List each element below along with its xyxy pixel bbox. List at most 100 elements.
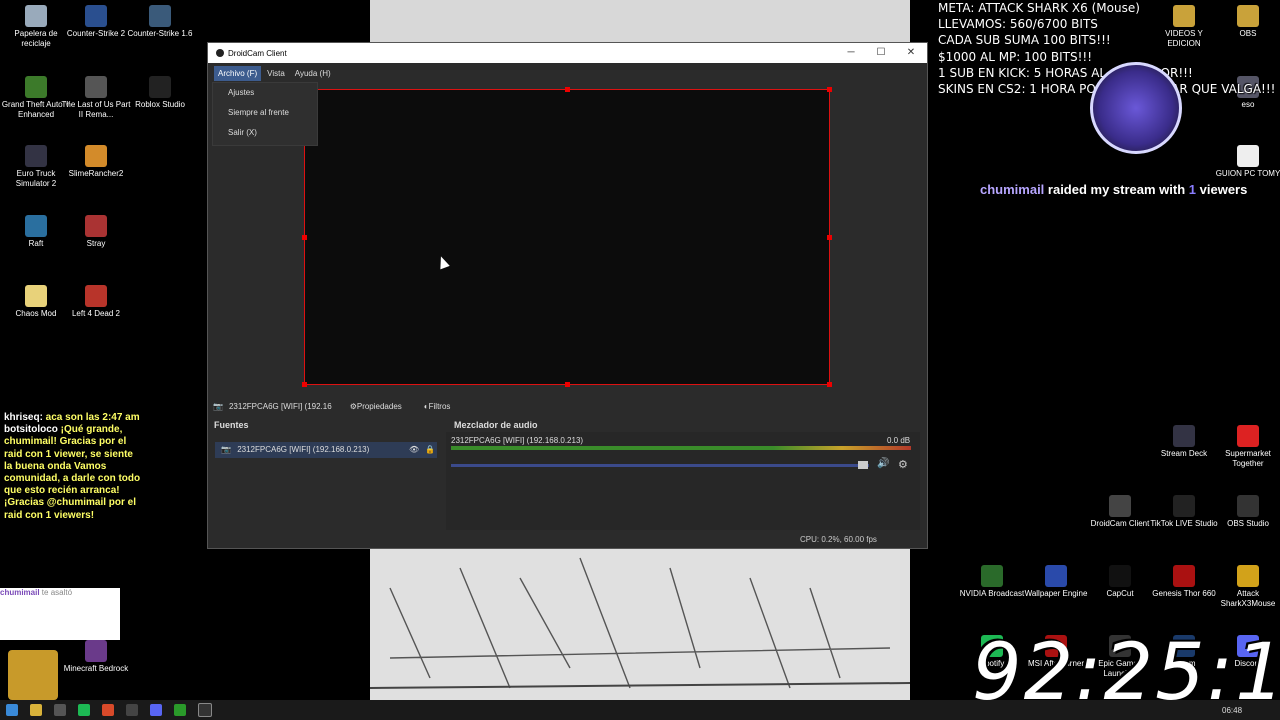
- menu-ayuda[interactable]: Ayuda (H): [291, 66, 335, 81]
- eye-icon[interactable]: 👁: [409, 442, 419, 458]
- source-item[interactable]: 📷 2312FPCA6G [WIFI] (192.168.0.213) 👁 🔒: [215, 442, 437, 458]
- minimize-button[interactable]: ─: [836, 43, 866, 63]
- desktop-icon[interactable]: OBS Studio: [1212, 495, 1280, 529]
- overlay-line: $1000 AL MP: 100 BITS!!!: [938, 49, 1093, 64]
- overlay-line: CADA SUB SUMA 100 BITS!!!: [938, 33, 1111, 48]
- menu-vista[interactable]: Vista: [263, 66, 289, 81]
- desktop-icon[interactable]: SlimeRancher2: [60, 145, 132, 179]
- camera-icon: 📷: [213, 401, 223, 411]
- desktop-icon[interactable]: Stream Deck: [1148, 425, 1220, 459]
- gear-icon[interactable]: ⚙: [898, 458, 908, 471]
- desktop-icon-label: NVIDIA Broadcast: [959, 589, 1025, 598]
- desktop-icon-label: Attack SharkX3Mouse: [1220, 589, 1276, 608]
- menu-item-ajustes[interactable]: Ajustes: [213, 83, 317, 103]
- desktop-icon-label: Supermarket Together: [1225, 449, 1271, 468]
- raid-alert: chumimail raided my stream with 1 viewer…: [980, 182, 1248, 197]
- menu-item-siempre-al-frente[interactable]: Siempre al frente: [213, 103, 317, 123]
- desktop-icon[interactable]: GUION PC TOMY: [1212, 145, 1280, 179]
- desktop-icon[interactable]: Counter-Strike 2: [60, 5, 132, 39]
- volume-slider[interactable]: [451, 464, 869, 467]
- droidcam-logo-icon: [216, 49, 224, 57]
- chat-overlay: khriseq: aca son las 2:47 am botsitoloco…: [4, 412, 144, 522]
- cpu-fps-status: CPU: 0.2%, 60.00 fps: [800, 535, 877, 544]
- camera-preview[interactable]: [302, 87, 832, 387]
- desktop-icon-label: Minecraft Bedrock: [63, 664, 129, 673]
- desktop-icon[interactable]: DroidCam Client: [1084, 495, 1156, 529]
- webcam-sketch-top: [370, 0, 910, 42]
- desktop-icon[interactable]: CapCut: [1084, 565, 1156, 599]
- desktop-icon[interactable]: Minecraft Bedrock: [60, 640, 132, 674]
- discord-icon[interactable]: [150, 704, 162, 716]
- desktop-icon[interactable]: Counter-Strike 1.6: [124, 5, 196, 39]
- spotify-icon[interactable]: [78, 704, 90, 716]
- desktop-icon[interactable]: TikTok LIVE Studio: [1148, 495, 1220, 529]
- desktop-icon[interactable]: Wallpaper Engine: [1020, 565, 1092, 599]
- status-bar: CPU: 0.2%, 60.00 fps: [207, 532, 928, 548]
- app-icon: [25, 285, 47, 307]
- maximize-button[interactable]: ☐: [866, 43, 896, 63]
- app-icon: [1173, 565, 1195, 587]
- app-icon: [1173, 495, 1195, 517]
- properties-button[interactable]: Propiedades: [357, 402, 402, 411]
- file-explorer-icon[interactable]: [30, 704, 42, 716]
- slider-handle[interactable]: [858, 461, 868, 469]
- desktop-icon[interactable]: NVIDIA Broadcast: [956, 565, 1028, 599]
- desktop-icon-label: Stray: [86, 239, 106, 248]
- sources-title: Fuentes: [214, 420, 249, 430]
- desktop-icon-label: The Last of Us Part II Rema...: [61, 100, 131, 119]
- desktop-icon[interactable]: The Last of Us Part II Rema...: [60, 76, 132, 120]
- obs-icon[interactable]: [126, 704, 138, 716]
- desktop-icon[interactable]: Attack SharkX3Mouse: [1212, 565, 1280, 609]
- raid-toast: chumimail te asaltó: [0, 588, 120, 640]
- speaker-icon[interactable]: 🔊: [877, 458, 889, 469]
- app-icon: [149, 76, 171, 98]
- brave-icon[interactable]: [102, 704, 114, 716]
- webcam-sketch-bottom: [370, 548, 910, 700]
- desktop-icon[interactable]: Genesis Thor 660: [1148, 565, 1220, 599]
- desktop-icon-label: Counter-Strike 2: [66, 29, 126, 38]
- lock-icon[interactable]: 🔒: [425, 442, 435, 458]
- pixel-mascot-icon: [8, 650, 58, 700]
- desktop-icon-label: Stream Deck: [1160, 449, 1208, 458]
- chrome-icon[interactable]: [54, 704, 66, 716]
- app-icon: [85, 76, 107, 98]
- chat-message: botsitoloco ¡Qué grande, chumimail! Grac…: [4, 424, 141, 521]
- desktop-icon-label: CapCut: [1106, 589, 1134, 598]
- desktop-icon[interactable]: Stray: [60, 215, 132, 249]
- app-icon: [1237, 145, 1259, 167]
- taskbar: 06:48: [0, 700, 1280, 720]
- app-icon: [85, 215, 107, 237]
- close-button[interactable]: ✕: [896, 43, 926, 63]
- desktop-icon[interactable]: Supermarket Together: [1212, 425, 1280, 469]
- source-toolbar: 📷 2312FPCA6G [WIFI] (192.16 ⚙ Propiedade…: [207, 396, 928, 416]
- app-icon: [85, 640, 107, 662]
- taskbar-clock[interactable]: 06:48: [1222, 706, 1242, 715]
- source-item-label: 2312FPCA6G [WIFI] (192.168.0.213): [237, 445, 370, 454]
- camera-icon: 📷: [221, 445, 231, 454]
- windows-start-icon[interactable]: [6, 704, 18, 716]
- app-icon: [1109, 565, 1131, 587]
- desktop-icon-label: Wallpaper Engine: [1024, 589, 1088, 598]
- audio-level-meter: [451, 446, 911, 450]
- window-titlebar[interactable]: DroidCam Client ─ ☐ ✕: [208, 43, 927, 63]
- app-icon: [1173, 425, 1195, 447]
- app-icon: [1237, 495, 1259, 517]
- menu-archivo[interactable]: Archivo (F): [214, 65, 262, 81]
- mixer-db-label: 0.0 dB: [887, 436, 911, 445]
- filters-button[interactable]: Filtros: [429, 402, 451, 411]
- overlay-line: META: ATTACK SHARK X6 (Mouse): [938, 1, 1140, 15]
- avatar-badge: [1090, 62, 1182, 154]
- mixer-title: Mezclador de audio: [454, 420, 538, 430]
- desktop-icon-label: TikTok LIVE Studio: [1150, 519, 1218, 528]
- droidcam-taskbar-icon[interactable]: [198, 703, 212, 717]
- menu-item-salir[interactable]: Salir (X): [213, 123, 317, 143]
- desktop-icon[interactable]: Roblox Studio: [124, 76, 196, 110]
- menubar: Archivo (F) Vista Ayuda (H): [208, 63, 927, 83]
- app-icon: [85, 285, 107, 307]
- desktop-icon-label: eso: [1241, 100, 1255, 109]
- archivo-dropdown: Ajustes Siempre al frente Salir (X): [212, 82, 318, 146]
- game-launcher-icon[interactable]: [174, 704, 186, 716]
- app-icon: [85, 145, 107, 167]
- app-icon: [25, 215, 47, 237]
- desktop-icon[interactable]: Left 4 Dead 2: [60, 285, 132, 319]
